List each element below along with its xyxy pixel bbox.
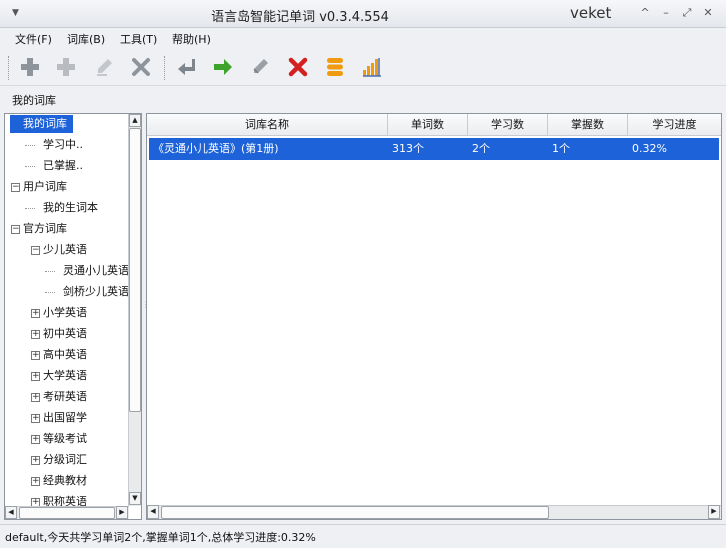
section-label: 我的词库	[12, 94, 56, 107]
toolbar-separator	[164, 56, 167, 80]
tree-expander-icon[interactable]: −	[11, 183, 20, 192]
cell-progress: 0.32%	[632, 142, 667, 155]
cell-word-count: 313个	[392, 142, 424, 155]
tree-item[interactable]: 用户词库	[23, 178, 67, 196]
tree-item[interactable]: 分级词汇	[43, 451, 87, 469]
delete-icon[interactable]	[285, 54, 311, 80]
back-arrow-icon[interactable]	[173, 54, 199, 80]
forward-arrow-icon[interactable]	[210, 54, 236, 80]
tree-vertical-scrollbar[interactable]: ▲ ▼	[128, 114, 141, 506]
tree-expander-icon[interactable]: +	[31, 435, 40, 444]
column-header-learned-count[interactable]: 学习数	[468, 114, 548, 136]
column-header-progress[interactable]: 学习进度	[628, 114, 721, 136]
h-scroll-thumb[interactable]	[19, 507, 115, 519]
status-text: default,今天共学习单词2个,掌握单词1个,总体学习进度:0.32%	[5, 531, 316, 544]
tree-expander-icon[interactable]: −	[11, 225, 20, 234]
tree-connector	[25, 166, 35, 167]
menu-help[interactable]: 帮助(H)	[172, 31, 211, 47]
add-disabled-icon[interactable]	[53, 54, 79, 80]
database-icon[interactable]	[322, 54, 348, 80]
tree-expander-icon[interactable]: +	[31, 309, 40, 318]
wordbank-table-panel: 词库名称 单词数 学习数 掌握数 学习进度 《灵通小儿英语》(第1册) 313个…	[146, 113, 722, 520]
tree-item[interactable]: 学习中..	[43, 136, 83, 154]
scroll-up-button[interactable]: ▲	[129, 114, 141, 127]
maximize-button[interactable]: ⤢	[680, 6, 694, 20]
scroll-thumb[interactable]	[129, 128, 141, 412]
tree-expander-icon[interactable]: +	[31, 456, 40, 465]
menu-file[interactable]: 文件(F)	[15, 31, 52, 47]
cell-name: 《灵通小儿英语》(第1册)	[153, 142, 279, 155]
title-bar: ▼ 语言岛智能记单词 v0.3.4.554 veket ^ – ⤢ ✕	[0, 0, 726, 28]
tree-item[interactable]: 我的词库	[10, 115, 73, 133]
app-name: veket	[570, 4, 612, 22]
toolbar	[0, 48, 726, 86]
tree-item[interactable]: 等级考试	[43, 430, 87, 448]
tree-connector	[45, 292, 55, 293]
bar-chart-icon[interactable]	[359, 54, 385, 80]
menu-wordbank[interactable]: 词库(B)	[67, 31, 105, 47]
table-h-scroll-thumb[interactable]	[161, 506, 549, 519]
edit-disabled-icon[interactable]	[91, 54, 117, 80]
scroll-right-button[interactable]: ▶	[116, 506, 128, 519]
tree-expander-icon[interactable]: +	[31, 498, 40, 506]
close-button[interactable]: ✕	[701, 6, 715, 20]
tree-item[interactable]: 剑桥少儿英语	[63, 283, 129, 301]
minimize-button[interactable]: –	[659, 6, 673, 20]
tree-horizontal-scrollbar[interactable]: ◀ ▶	[5, 506, 129, 519]
tree-item[interactable]: 职称英语	[43, 493, 87, 506]
tree-expander-icon[interactable]: +	[31, 330, 40, 339]
tree-expander-icon[interactable]: +	[31, 393, 40, 402]
tree-expander-icon[interactable]: +	[31, 414, 40, 423]
tree-item[interactable]: 灵通小儿英语	[63, 262, 129, 280]
tree-item[interactable]: 出国留学	[43, 409, 87, 427]
toolbar-grip	[8, 56, 11, 80]
menu-tools[interactable]: 工具(T)	[120, 31, 157, 47]
tree-connector	[45, 271, 55, 272]
tree-item[interactable]: 少儿英语	[43, 241, 87, 259]
tree-item[interactable]: 高中英语	[43, 346, 87, 364]
tree-expander-icon[interactable]: −	[31, 246, 40, 255]
column-header-mastered-count[interactable]: 掌握数	[548, 114, 628, 136]
table-row[interactable]: 《灵通小儿英语》(第1册) 313个 2个 1个 0.32%	[149, 138, 719, 160]
tree-expander-icon[interactable]: +	[31, 351, 40, 360]
tree-connector	[25, 145, 35, 146]
cell-learned-count: 2个	[472, 142, 490, 155]
column-header-name[interactable]: 词库名称	[147, 114, 388, 136]
column-header-word-count[interactable]: 单词数	[388, 114, 468, 136]
window-title: 语言岛智能记单词 v0.3.4.554	[211, 10, 389, 25]
tree-item[interactable]: 我的生词本	[43, 199, 98, 217]
cell-mastered-count: 1个	[552, 142, 570, 155]
tree-item[interactable]: 官方词库	[23, 220, 67, 238]
status-bar: default,今天共学习单词2个,掌握单词1个,总体学习进度:0.32%	[0, 524, 726, 548]
edit-icon[interactable]	[247, 54, 273, 80]
tree-item[interactable]: 初中英语	[43, 325, 87, 343]
tree-item[interactable]: 考研英语	[43, 388, 87, 406]
wordbank-tree: −我的词库学习中..已掌握..−用户词库我的生词本−官方词库−少儿英语灵通小儿英…	[5, 114, 129, 506]
tree-item[interactable]: 大学英语	[43, 367, 87, 385]
tree-expander-icon[interactable]: +	[31, 372, 40, 381]
tree-connector	[25, 208, 35, 209]
delete-disabled-icon[interactable]	[128, 54, 154, 80]
tree-item[interactable]: 小学英语	[43, 304, 87, 322]
wordbank-tree-panel: −我的词库学习中..已掌握..−用户词库我的生词本−官方词库−少儿英语灵通小儿英…	[4, 113, 142, 520]
table-scroll-right-button[interactable]: ▶	[708, 505, 720, 519]
tree-expander-icon[interactable]: +	[31, 477, 40, 486]
menu-bar: 文件(F) 词库(B) 工具(T) 帮助(H)	[0, 28, 726, 48]
table-horizontal-scrollbar[interactable]: ◀ ▶	[147, 505, 721, 519]
scroll-left-button[interactable]: ◀	[5, 506, 17, 519]
table-scroll-left-button[interactable]: ◀	[147, 505, 159, 519]
tree-item[interactable]: 已掌握..	[43, 157, 83, 175]
scroll-down-button[interactable]: ▼	[129, 492, 141, 505]
add-icon[interactable]	[17, 54, 43, 80]
table-header: 词库名称 单词数 学习数 掌握数 学习进度	[147, 114, 721, 136]
tree-item[interactable]: 经典教材	[43, 472, 87, 490]
shade-window-button[interactable]: ^	[638, 6, 652, 20]
